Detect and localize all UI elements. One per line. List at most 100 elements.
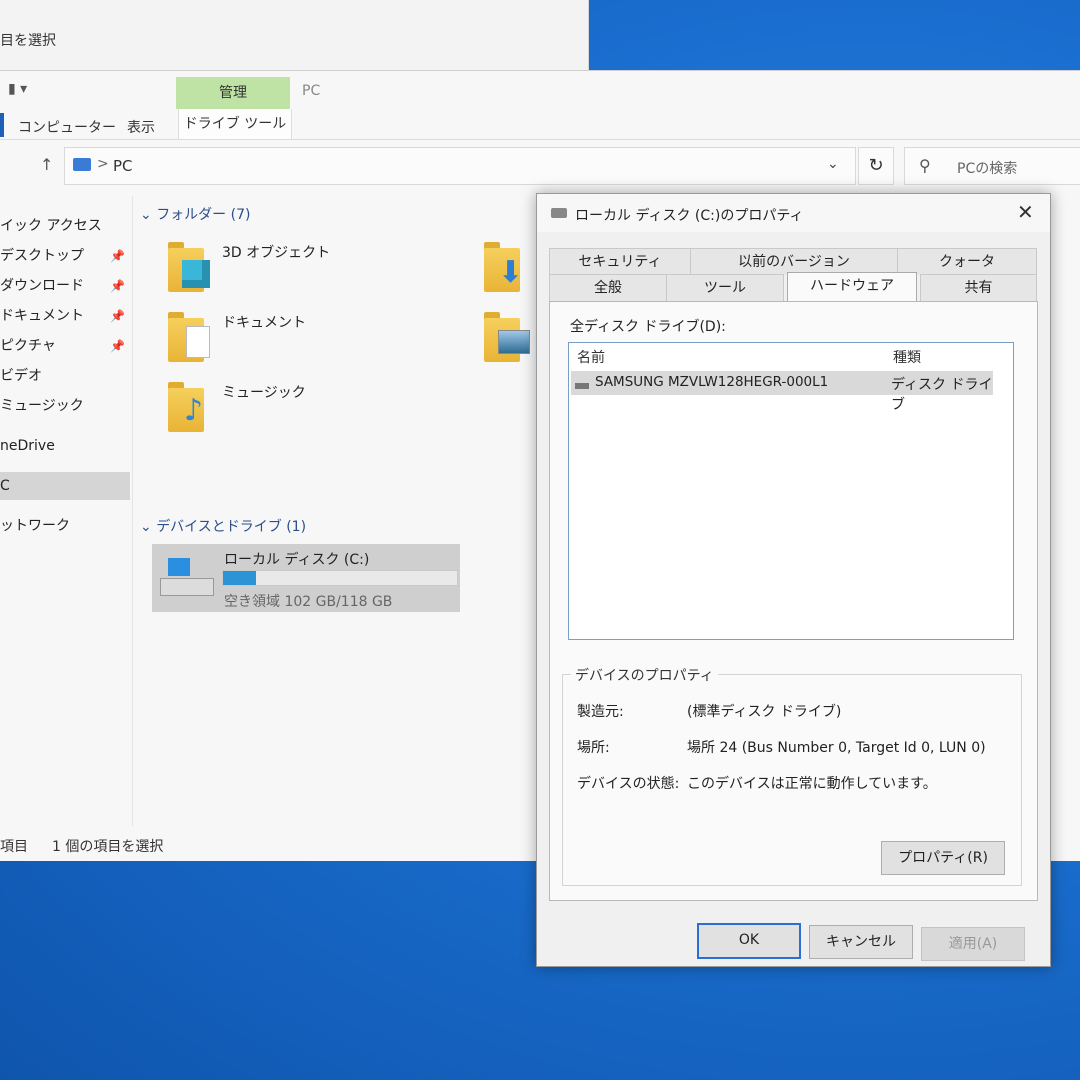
tab-previous-versions[interactable]: 以前のバージョン <box>690 248 898 275</box>
search-placeholder: PCの検索 <box>957 161 1018 177</box>
group-header-folders[interactable]: ⌄ フォルダー (7) <box>140 204 250 224</box>
up-button[interactable]: ↑ <box>40 155 53 174</box>
sidebar-item-this-pc[interactable]: C <box>0 472 130 500</box>
ribbon-tab-manage[interactable]: 管理 <box>176 77 290 110</box>
sidebar-item-documents[interactable]: ドキュメント 📌 <box>0 302 130 330</box>
prop-value-status: このデバイスは正常に動作しています。 <box>687 776 937 792</box>
status-selection: 1 個の項目を選択 <box>52 839 164 855</box>
folder-downloads[interactable]: ⬇ <box>456 234 536 300</box>
group-header-devices[interactable]: ⌄ デバイスとドライブ (1) <box>140 516 306 536</box>
background-window[interactable]: 目を選択 <box>0 0 589 70</box>
ribbon-tab-view[interactable]: 表示 <box>127 117 155 137</box>
sidebar-item-pictures[interactable]: ピクチャ 📌 <box>0 332 130 360</box>
drive-icon <box>551 208 567 218</box>
sidebar-item-onedrive[interactable]: neDrive <box>0 432 130 460</box>
drive-label: ローカル ディスク (C:) <box>224 552 370 568</box>
sidebar-item-label: ドキュメント <box>0 308 84 324</box>
device-properties-button[interactable]: プロパティ(R) <box>881 841 1005 875</box>
chevron-down-icon: ⌄ <box>140 207 157 223</box>
dialog-titlebar: ローカル ディスク (C:)のプロパティ ✕ <box>537 194 1050 232</box>
drive-c[interactable]: ローカル ディスク (C:) 空き領域 102 GB/118 GB <box>152 544 460 612</box>
tab-quota[interactable]: クォータ <box>897 248 1037 275</box>
sidebar-item-desktop[interactable]: デスクトップ 📌 <box>0 242 130 270</box>
folder-icon: ♪ <box>168 378 212 432</box>
address-bar[interactable]: > PC ⌄ <box>64 147 856 185</box>
tab-sharing[interactable]: 共有 <box>920 274 1037 301</box>
folder-icon <box>484 308 530 362</box>
breadcrumb-pc[interactable]: PC <box>113 157 133 175</box>
hardware-panel: 全ディスク ドライブ(D): 名前 種類 SAMSUNG MZVLW128HEG… <box>549 301 1038 901</box>
disk-icon <box>575 383 589 389</box>
window-title: PC <box>302 83 321 99</box>
cancel-button[interactable]: キャンセル <box>809 925 913 959</box>
folder-label: ドキュメント <box>222 315 306 331</box>
properties-dialog[interactable]: ローカル ディスク (C:)のプロパティ ✕ セキュリティ 以前のバージョン ク… <box>536 193 1051 967</box>
content-pane: ⌄ フォルダー (7) 3D オブジェクト ドキュメント ♪ ミュージック ⬇ … <box>140 196 540 826</box>
quick-access-toolbar[interactable]: ▮ ▾ <box>8 81 27 97</box>
tab-security[interactable]: セキュリティ <box>549 248 691 275</box>
background-window-text: 目を選択 <box>0 33 56 49</box>
folder-pictures[interactable] <box>456 304 536 370</box>
folder-icon <box>168 238 212 292</box>
folder-icon: ⬇ <box>484 238 528 292</box>
sidebar-item-label: イック アクセス <box>0 218 102 234</box>
folder-3d-objects[interactable]: 3D オブジェクト <box>140 234 440 300</box>
tab-general[interactable]: 全般 <box>549 274 667 301</box>
folder-label: ミュージック <box>222 385 306 401</box>
search-input[interactable]: ⚲ PCの検索 <box>904 147 1080 185</box>
group-title: デバイスとドライブ (1) <box>156 519 307 535</box>
chevron-down-icon: ⌄ <box>140 519 157 535</box>
prop-key-status: デバイスの状態: <box>577 776 680 792</box>
prop-key-manufacturer: 製造元: <box>577 704 624 720</box>
sidebar-item-videos[interactable]: ビデオ <box>0 362 130 390</box>
explorer-titlebar: ▮ ▾ 管理 PC <box>0 71 1080 110</box>
sidebar-item-label: デスクトップ <box>0 248 84 264</box>
address-row: ↑ > PC ⌄ ↻ ⚲ PCの検索 <box>0 143 1080 187</box>
apply-button[interactable]: 適用(A) <box>921 927 1025 961</box>
search-icon: ⚲ <box>919 156 931 175</box>
pin-icon: 📌 <box>110 309 125 323</box>
sidebar-item-label: ビデオ <box>0 368 42 384</box>
sidebar-item-network[interactable]: ットワーク <box>0 512 130 540</box>
sidebar-item-quick-access[interactable]: イック アクセス <box>0 212 130 240</box>
folder-label: 3D オブジェクト <box>222 245 331 261</box>
breadcrumb-separator: > <box>97 156 109 172</box>
sidebar-item-label: ットワーク <box>0 518 70 534</box>
table-row[interactable]: SAMSUNG MZVLW128HEGR-000L1 ディスク ドライブ <box>571 371 993 413</box>
sidebar-item-downloads[interactable]: ダウンロード 📌 <box>0 272 130 300</box>
navigation-pane: イック アクセス デスクトップ 📌 ダウンロード 📌 ドキュメント 📌 ピクチャ 📌 ビ… <box>0 196 133 826</box>
device-properties-group: デバイスのプロパティ 製造元: (標準ディスク ドライブ) 場所: 場所 24 … <box>562 665 1022 886</box>
close-icon[interactable]: ✕ <box>1017 200 1034 224</box>
column-header-type[interactable]: 種類 <box>893 347 921 367</box>
sidebar-item-label: C <box>0 478 10 494</box>
chevron-down-icon[interactable]: ⌄ <box>827 156 839 172</box>
drive-usage-bar <box>222 570 458 586</box>
drive-usage-fill <box>223 571 256 585</box>
refresh-icon[interactable]: ↻ <box>858 147 894 185</box>
folder-music[interactable]: ♪ ミュージック <box>140 374 440 440</box>
ribbon-tabs: コンピューター 表示 ドライブ ツール <box>0 109 1080 140</box>
prop-value-location: 場所 24 (Bus Number 0, Target Id 0, LUN 0) <box>687 740 986 756</box>
drive-list[interactable]: 名前 種類 SAMSUNG MZVLW128HEGR-000L1 ディスク ドラ… <box>568 342 1014 640</box>
tab-tools[interactable]: ツール <box>666 274 784 301</box>
pin-icon: 📌 <box>110 249 125 263</box>
ribbon-tab-computer[interactable]: コンピューター <box>18 117 116 137</box>
drive-icon <box>160 556 214 598</box>
folder-documents[interactable]: ドキュメント <box>140 304 440 370</box>
row-name: SAMSUNG MZVLW128HEGR-000L1 <box>595 374 829 390</box>
sidebar-item-label: ピクチャ <box>0 338 56 354</box>
prop-value-manufacturer: (標準ディスク ドライブ) <box>687 704 842 720</box>
ribbon-tab-drive-tools[interactable]: ドライブ ツール <box>178 109 292 139</box>
pin-icon: 📌 <box>110 339 125 353</box>
status-item-count: 項目 <box>0 839 28 855</box>
sidebar-item-label: ミュージック <box>0 398 84 414</box>
ribbon-file-tab-edge[interactable] <box>0 113 4 137</box>
sidebar-item-music[interactable]: ミュージック <box>0 392 130 420</box>
dialog-title: ローカル ディスク (C:)のプロパティ <box>575 208 804 224</box>
drive-free-space: 空き領域 102 GB/118 GB <box>224 594 393 610</box>
ok-button[interactable]: OK <box>697 923 801 959</box>
sidebar-item-label: neDrive <box>0 438 55 454</box>
column-header-name[interactable]: 名前 <box>577 347 605 367</box>
device-properties-title: デバイスのプロパティ <box>571 665 718 685</box>
tab-hardware[interactable]: ハードウェア <box>787 272 917 301</box>
